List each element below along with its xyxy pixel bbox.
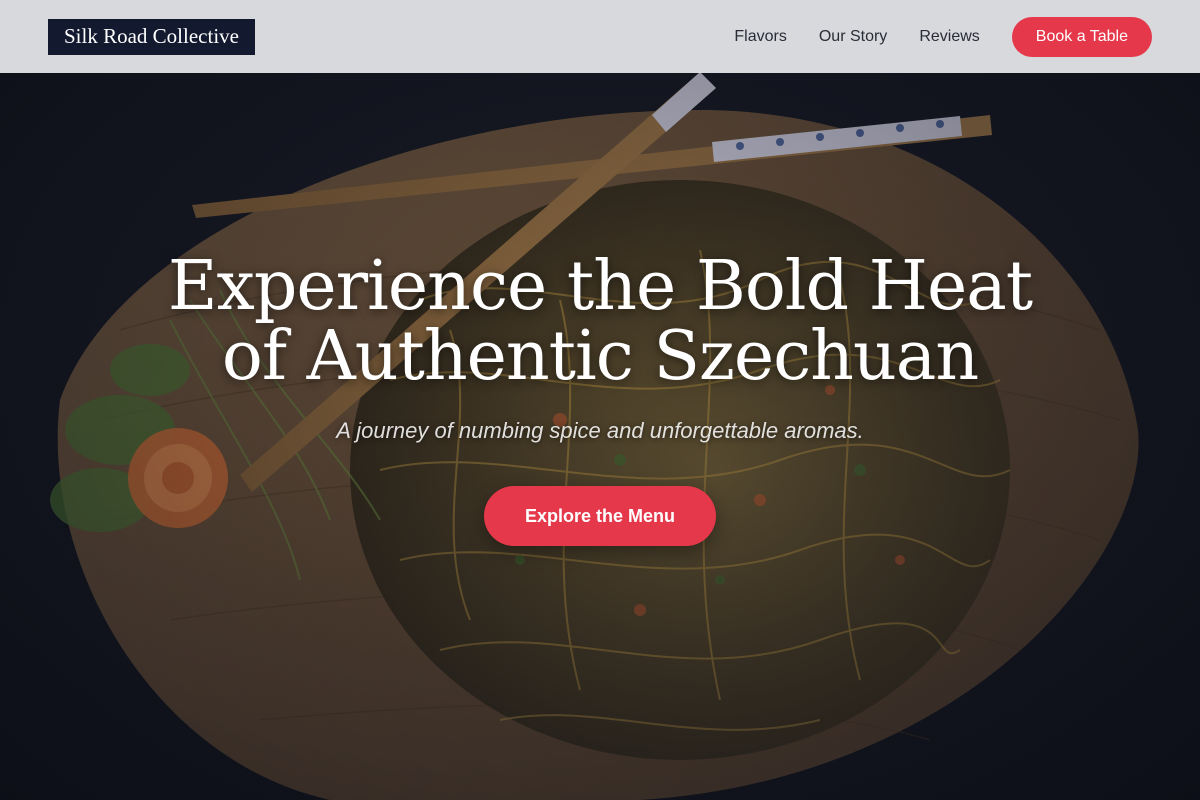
top-navbar: Silk Road Collective Flavors Our Story R… [0,0,1200,73]
nav-link-reviews[interactable]: Reviews [919,28,979,46]
explore-menu-button[interactable]: Explore the Menu [484,486,716,546]
hero-title: Experience the Bold Heat of Authentic Sz… [0,252,1200,392]
brand-logo[interactable]: Silk Road Collective [48,18,255,55]
hero-subtitle: A journey of numbing spice and unforgett… [336,418,864,443]
hero-title-line-1: Experience the Bold Heat [167,247,1033,326]
nav-link-flavors[interactable]: Flavors [734,28,786,46]
primary-nav: Flavors Our Story Reviews Book a Table [734,16,1152,57]
nav-link-our-story[interactable]: Our Story [819,28,887,46]
book-table-button[interactable]: Book a Table [1011,16,1152,57]
landing-page: Silk Road Collective Flavors Our Story R… [0,0,1200,800]
hero-title-line-2: of Authentic Szechuan [221,317,979,396]
hero-section: Experience the Bold Heat of Authentic Sz… [0,252,1200,546]
